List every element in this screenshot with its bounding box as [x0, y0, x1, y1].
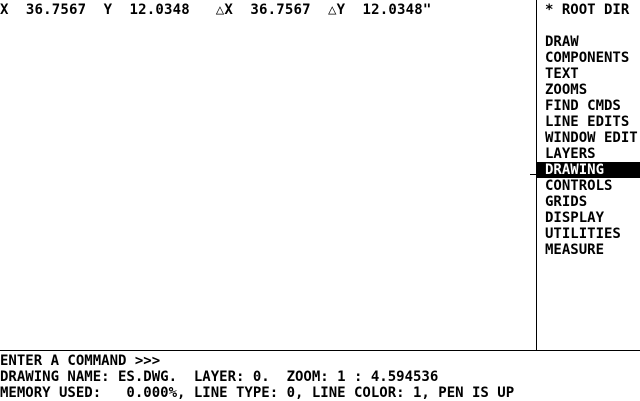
menu-item-drawing[interactable]: DRAWING: [537, 162, 640, 178]
menu-item-draw[interactable]: DRAW: [537, 34, 640, 50]
y-value: 12.0348: [129, 2, 190, 18]
y-label: Y: [103, 2, 113, 18]
delta-y-label: △Y: [327, 2, 346, 18]
menu-item-measure[interactable]: MEASURE: [537, 242, 640, 258]
menu-item-layers[interactable]: LAYERS: [537, 146, 640, 162]
command-area: ENTER A COMMAND >>> DRAWING NAME: ES.DWG…: [0, 350, 640, 401]
menu-item-components[interactable]: COMPONENTS: [537, 50, 640, 66]
delta-y-value: 12.0348": [362, 2, 432, 18]
side-menu: * ROOT DIR DRAW COMPONENTS TEXT ZOOMS FI…: [536, 0, 640, 350]
delta-x-value: 36.7567: [250, 2, 311, 18]
drawing-info-line: DRAWING NAME: ES.DWG. LAYER: 0. ZOOM: 1 …: [0, 369, 439, 385]
menu-item-grids[interactable]: GRIDS: [537, 194, 640, 210]
menu-item-text[interactable]: TEXT: [537, 66, 640, 82]
x-value: 36.7567: [25, 2, 87, 18]
menu-item-zooms[interactable]: ZOOMS: [537, 82, 640, 98]
delta-x-label: △X: [215, 2, 234, 18]
menu-item-display[interactable]: DISPLAY: [537, 210, 640, 226]
memory-info-line: MEMORY USED: 0.000%, LINE TYPE: 0, LINE …: [0, 385, 515, 401]
menu-item-window-edit[interactable]: WINDOW EDIT: [537, 130, 640, 146]
menu-item-line-edits[interactable]: LINE EDITS: [537, 114, 640, 130]
menu-item-controls[interactable]: CONTROLS: [537, 178, 640, 194]
drawing-canvas[interactable]: [0, 20, 535, 349]
menu-list: DRAW COMPONENTS TEXT ZOOMS FIND CMDS LIN…: [537, 34, 640, 258]
menu-title-root-dir[interactable]: * ROOT DIR: [545, 2, 629, 18]
menu-item-utilities[interactable]: UTILITIES: [537, 226, 640, 242]
x-label: X: [0, 2, 9, 18]
command-prompt[interactable]: ENTER A COMMAND >>>: [0, 353, 160, 369]
coordinate-readout: X 36.7567 Y 12.0348 △X 36.7567 △Y 12.034…: [0, 2, 530, 18]
menu-item-find-cmds[interactable]: FIND CMDS: [537, 98, 640, 114]
